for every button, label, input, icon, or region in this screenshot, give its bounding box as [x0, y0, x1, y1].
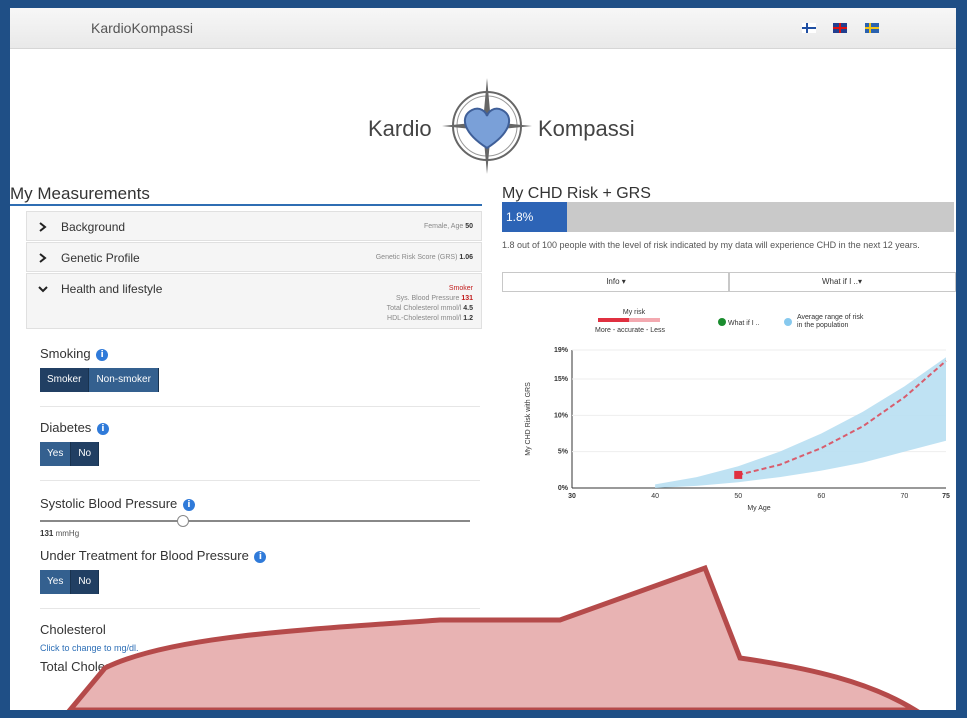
app-frame: KardioKompassi Kardio Kompassi My Measur…	[10, 8, 956, 710]
speech-bubble-callout	[66, 564, 920, 710]
